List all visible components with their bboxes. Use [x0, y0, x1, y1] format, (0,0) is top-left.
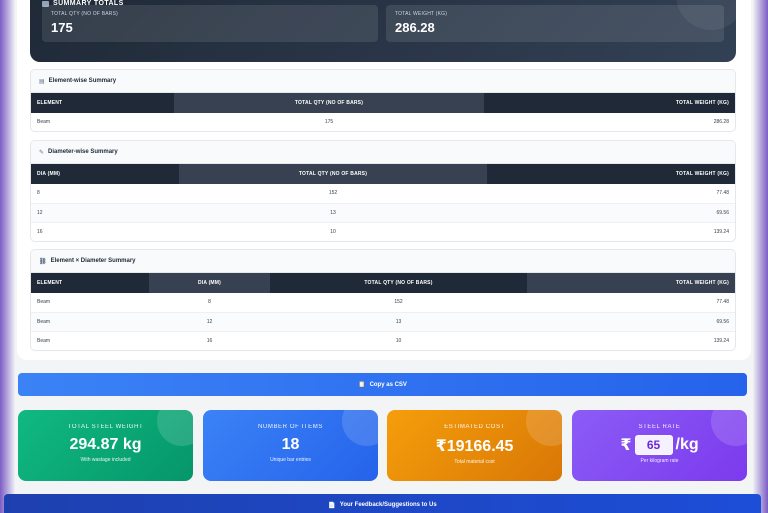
total-qty-label: TOTAL QTY (NO OF BARS): [51, 11, 119, 17]
cell-weight: 69.56: [487, 203, 735, 223]
stat-subtext: With wastage included: [80, 457, 131, 463]
stat-subtext: Unique bar entries: [270, 457, 311, 463]
table-row: Beam 175 286.28: [31, 113, 735, 131]
stat-subtext: Per kilogram rate: [640, 458, 679, 464]
column-header: DIA (MM): [31, 164, 179, 184]
cell-element: Beam: [31, 113, 174, 131]
table-row: 12 13 69.56: [31, 203, 735, 223]
clipboard-icon: ▤: [39, 78, 45, 85]
cell-qty: 13: [179, 203, 487, 223]
table-row: 16 10 139.24: [31, 222, 735, 241]
cell-qty: 10: [179, 222, 487, 241]
cell-weight: 69.56: [527, 312, 735, 332]
total-weight-value: 286.28: [395, 20, 435, 35]
copy-csv-button[interactable]: 📋 Copy as CSV: [18, 373, 747, 396]
cell-weight: 139.24: [487, 222, 735, 241]
element-diameter-summary-header: ⛓ Element × Diameter Summary: [31, 250, 735, 273]
ruler-icon: ✎: [39, 149, 45, 156]
element-diameter-summary-title: Element × Diameter Summary: [50, 258, 136, 264]
cell-qty: 175: [174, 113, 484, 131]
cell-weight: 286.28: [484, 113, 735, 131]
column-header: TOTAL WEIGHT (KG): [484, 93, 735, 113]
stat-label: TOTAL STEEL WEIGHT: [67, 424, 144, 430]
cell-dia: 8: [31, 184, 179, 204]
cell-qty: 152: [179, 184, 487, 204]
table-row: Beam 12 13 69.56: [31, 312, 735, 332]
rate-unit: /kg: [675, 436, 699, 453]
summary-totals-card: SUMMARY TOTALS TOTAL QTY (NO OF BARS) 17…: [30, 0, 736, 62]
cell-weight: 139.24: [527, 331, 735, 350]
column-header: DIA (MM): [149, 273, 270, 293]
steel-rate-input[interactable]: [634, 435, 673, 455]
cell-weight: 77.48: [487, 184, 735, 204]
diameter-summary-header: ✎ Diameter-wise Summary: [31, 141, 735, 164]
column-header: TOTAL QTY (NO OF BARS): [174, 93, 484, 113]
total-qty-box: TOTAL QTY (NO OF BARS) 175: [42, 5, 378, 42]
clipboard-icon: 📋: [358, 382, 366, 388]
column-header: TOTAL QTY (NO OF BARS): [179, 164, 487, 184]
column-header: TOTAL WEIGHT (KG): [527, 273, 735, 293]
estimated-cost-card: ESTIMATED COST ₹19166.45 Total material …: [387, 410, 562, 481]
stat-label: ESTIMATED COST: [444, 424, 505, 430]
element-summary-table: ELEMENT TOTAL QTY (NO OF BARS) TOTAL WEI…: [31, 93, 735, 131]
number-of-items-card: NUMBER OF ITEMS 18 Unique bar entries: [203, 410, 378, 481]
column-header: ELEMENT: [31, 93, 174, 113]
total-steel-weight-card: TOTAL STEEL WEIGHT 294.87 kg With wastag…: [18, 410, 193, 481]
cell-dia: 12: [149, 312, 270, 332]
feedback-button[interactable]: 📄 Your Feedback/Suggestions to Us: [4, 494, 761, 513]
cell-dia: 8: [149, 293, 270, 313]
total-weight-label: TOTAL WEIGHT (KG): [395, 11, 448, 17]
cell-dia: 12: [31, 203, 179, 223]
column-header: TOTAL QTY (NO OF BARS): [270, 273, 527, 293]
cell-element: Beam: [31, 331, 149, 350]
column-header: TOTAL WEIGHT (KG): [487, 164, 735, 184]
link-icon: ⛓: [39, 258, 47, 265]
total-qty-value: 175: [51, 20, 73, 35]
element-summary-header: ▤ Element-wise Summary: [31, 70, 735, 93]
cell-element: Beam: [31, 293, 149, 313]
copy-csv-label: Copy as CSV: [369, 381, 407, 388]
cell-element: Beam: [31, 312, 149, 332]
diameter-summary-table: DIA (MM) TOTAL QTY (NO OF BARS) TOTAL WE…: [31, 164, 735, 241]
table-row: Beam 8 152 77.48: [31, 293, 735, 313]
column-header: ELEMENT: [31, 273, 149, 293]
total-weight-box: TOTAL WEIGHT (KG) 286.28: [386, 5, 724, 42]
cell-weight: 77.48: [527, 293, 735, 313]
feedback-label: Your Feedback/Suggestions to Us: [339, 502, 437, 508]
cell-dia: 16: [149, 331, 270, 350]
currency-symbol: ₹: [620, 437, 632, 454]
steel-rate-card: STEEL RATE ₹ /kg Per kilogram rate: [572, 410, 747, 481]
cell-qty: 152: [270, 293, 527, 313]
stat-subtext: Total material cost: [454, 459, 495, 465]
stat-label: STEEL RATE: [638, 424, 681, 430]
stat-label: NUMBER OF ITEMS: [257, 424, 323, 430]
diameter-summary-title: Diameter-wise Summary: [48, 149, 118, 155]
table-row: Beam 16 10 139.24: [31, 331, 735, 350]
cell-dia: 16: [31, 222, 179, 241]
element-summary-title: Element-wise Summary: [48, 78, 117, 84]
cell-qty: 10: [270, 331, 527, 350]
diameter-summary-card: ✎ Diameter-wise Summary DIA (MM) TOTAL Q…: [30, 140, 736, 242]
document-icon: 📄: [328, 502, 336, 509]
element-diameter-summary-card: ⛓ Element × Diameter Summary ELEMENT DIA…: [30, 249, 736, 351]
table-row: 8 152 77.48: [31, 184, 735, 204]
element-summary-card: ▤ Element-wise Summary ELEMENT TOTAL QTY…: [30, 69, 736, 132]
element-diameter-summary-table: ELEMENT DIA (MM) TOTAL QTY (NO OF BARS) …: [31, 273, 735, 350]
cell-qty: 13: [270, 312, 527, 332]
